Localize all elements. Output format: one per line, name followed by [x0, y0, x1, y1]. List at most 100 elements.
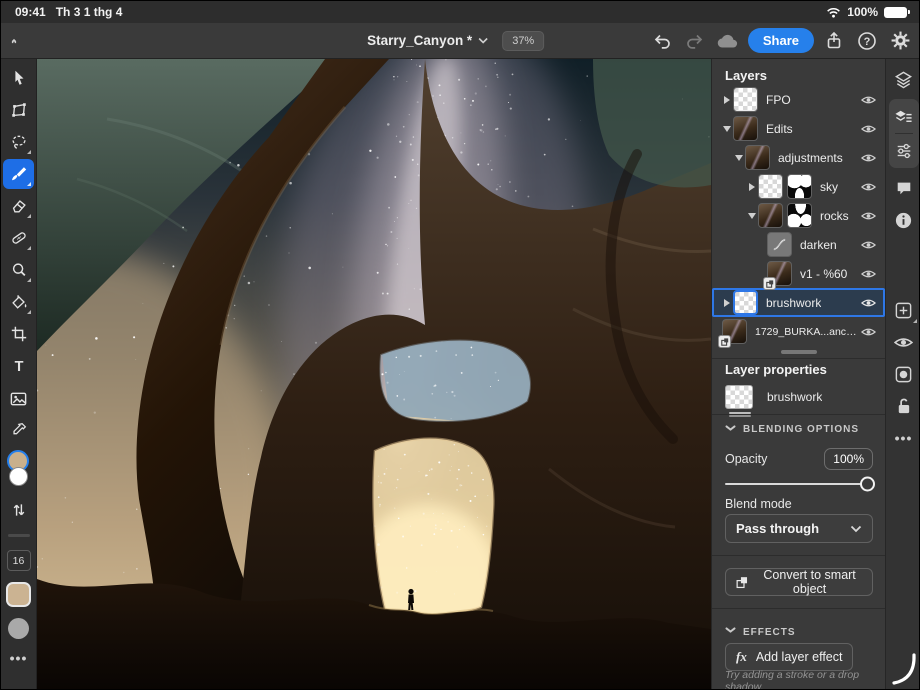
background-color-well[interactable] [9, 467, 28, 486]
layer-thumbnail[interactable] [733, 116, 758, 141]
layer-thumbnail[interactable] [758, 203, 783, 228]
layer-mask-thumbnail[interactable] [787, 203, 812, 228]
crop-tool[interactable] [3, 319, 34, 349]
layer-row-1729[interactable]: 1729_BURKA...anced-NR33 [712, 317, 885, 346]
document-info-button[interactable] [889, 205, 919, 235]
tool-variant-indicator [27, 182, 31, 186]
chevron-down-icon[interactable] [732, 155, 745, 161]
place-photo-tool[interactable] [3, 383, 34, 413]
blend-mode-dropdown[interactable]: Pass through [725, 514, 873, 543]
layer-properties-view-button[interactable] [889, 136, 919, 166]
layer-visibility-toggle[interactable] [861, 210, 876, 222]
layer-visibility-button[interactable] [889, 327, 919, 357]
zoom-level-badge[interactable]: 37% [502, 31, 544, 51]
layer-visibility-toggle[interactable] [861, 181, 876, 193]
eye-icon [861, 297, 876, 309]
blending-options-header[interactable]: BLENDING OPTIONS [712, 414, 885, 444]
smart-object-badge [763, 277, 776, 290]
layer-visibility-toggle[interactable] [861, 152, 876, 164]
settings-button[interactable] [887, 28, 913, 54]
healing-tool[interactable] [3, 223, 34, 253]
move-tool-icon [10, 69, 28, 87]
chevron-down-icon[interactable] [745, 213, 758, 219]
opacity-slider[interactable] [725, 483, 873, 485]
magnifier-tool-icon [10, 261, 28, 279]
brush-tip-preview[interactable] [8, 618, 29, 639]
lasso-select-tool[interactable] [3, 127, 34, 157]
chevron-right-icon[interactable] [720, 299, 733, 307]
layer-visibility-toggle[interactable] [861, 326, 876, 338]
brush-tool-selected[interactable] [3, 159, 34, 189]
clone-stamp-tool[interactable] [3, 255, 34, 285]
transform-tool-icon [10, 101, 28, 119]
layer-thumbnail[interactable] [758, 174, 783, 199]
add-layer-effect-button[interactable]: fx Add layer effect [725, 643, 853, 671]
more-tools-button[interactable]: ••• [10, 650, 28, 666]
eye-icon [894, 335, 913, 350]
home-button[interactable] [1, 28, 27, 54]
opacity-slider-knob[interactable] [860, 477, 875, 492]
chevron-right-icon[interactable] [720, 96, 733, 104]
export-button[interactable] [821, 28, 847, 54]
more-options-button[interactable]: ••• [889, 423, 919, 453]
layer-row-sky[interactable]: sky [712, 172, 885, 201]
transform-tool[interactable] [3, 95, 34, 125]
svg-text:?: ? [864, 36, 871, 48]
layer-row-edits[interactable]: Edits [712, 114, 885, 143]
chevron-right-icon[interactable] [745, 183, 758, 191]
layer-row-rocks[interactable]: rocks [712, 201, 885, 230]
eyedropper-icon [10, 421, 28, 439]
document-title-menu[interactable]: Starry_Canyon * [367, 33, 488, 48]
undo-button[interactable] [649, 28, 675, 54]
chevron-down-icon[interactable] [720, 126, 733, 132]
battery-icon [884, 7, 907, 18]
layer-visibility-toggle[interactable] [861, 94, 876, 106]
curves-adjustment-icon[interactable] [767, 232, 792, 257]
brush-preview-swatch[interactable] [6, 582, 31, 607]
comments-button[interactable] [889, 173, 919, 203]
layer-visibility-toggle[interactable] [861, 239, 876, 251]
panel-resize-handle[interactable] [712, 346, 885, 358]
help-button[interactable]: ? [854, 28, 880, 54]
layer-thumbnail[interactable] [733, 87, 758, 112]
layers-panel-button[interactable] [889, 64, 919, 94]
layer-visibility-toggle[interactable] [861, 268, 876, 280]
blend-mode-value: Pass through [736, 521, 819, 536]
cloud-sync-button[interactable] [715, 28, 741, 54]
layer-thumbnail[interactable] [745, 145, 770, 170]
tool-rail-divider [8, 534, 30, 537]
effects-header[interactable]: EFFECTS [712, 621, 885, 643]
layer-visibility-toggle[interactable] [861, 297, 876, 309]
swap-colors-button[interactable] [3, 495, 34, 525]
opacity-value-field[interactable]: 100% [824, 448, 873, 470]
move-tool[interactable] [3, 63, 34, 93]
convert-to-smart-object-button[interactable]: Convert to smart object [725, 568, 873, 596]
type-tool[interactable]: T [3, 351, 34, 381]
share-button[interactable]: Share [748, 28, 814, 53]
layer-visibility-toggle[interactable] [861, 123, 876, 135]
layer-row-fpo[interactable]: FPO [712, 85, 885, 114]
layer-list-view-button[interactable] [889, 101, 919, 131]
layer-row-v1[interactable]: v1 - %60 [712, 259, 885, 288]
layer-mask-button[interactable] [889, 359, 919, 389]
layer-name: rocks [820, 209, 849, 223]
button-variant-indicator [913, 319, 917, 323]
layer-row-adjustments[interactable]: adjustments [712, 143, 885, 172]
document-canvas[interactable] [37, 59, 711, 690]
layer-mask-thumbnail[interactable] [787, 174, 812, 199]
layer-row-darken[interactable]: darken [712, 230, 885, 259]
redo-button[interactable] [682, 28, 708, 54]
add-layer-button[interactable] [889, 295, 919, 325]
layer-name: darken [800, 238, 837, 252]
lock-layer-button[interactable] [889, 391, 919, 421]
fill-tool[interactable] [3, 287, 34, 317]
tool-variant-indicator [27, 214, 31, 218]
color-wells[interactable] [4, 450, 34, 492]
place-photo-icon [9, 389, 28, 408]
eyedropper-tool[interactable] [3, 415, 34, 445]
home-icon [11, 31, 17, 51]
brush-size-indicator[interactable]: 16 [7, 550, 31, 571]
layer-thumbnail[interactable] [733, 290, 758, 315]
eraser-tool[interactable] [3, 191, 34, 221]
layer-row-brushwork-selected[interactable]: brushwork [712, 288, 885, 317]
